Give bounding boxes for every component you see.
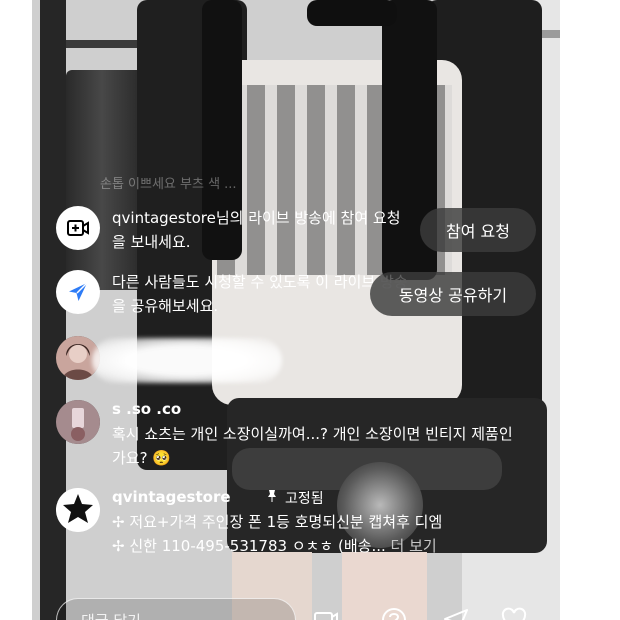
video-plus-icon	[56, 206, 100, 250]
add-media-icon[interactable]	[312, 606, 340, 620]
comment-username[interactable]: s .so .co	[112, 400, 181, 418]
comment-input-container[interactable]	[56, 598, 296, 620]
choker	[307, 0, 397, 26]
pinned-indicator: 고정됨	[265, 488, 324, 508]
share-text: 다른 사람들도 시청할 수 있도록 이 라이브 방송을 공유해보세요.	[112, 273, 408, 315]
comment-username[interactable]: qvintagestore	[112, 488, 231, 506]
send-icon	[56, 270, 100, 314]
pinned-comment-text: ✢ 저요+가격 주인장 폰 1등 호명되신분 캡쳐후 디엠 ✢ 신한 110-4…	[112, 510, 522, 558]
pinned-line-2-text: ✢ 신한 110-495-531783 ㅇㅊㅎ (배송...	[112, 537, 386, 555]
share-video-button[interactable]: 동영상 공유하기	[370, 272, 536, 316]
join-request-button[interactable]: 참여 요청	[420, 208, 536, 252]
faded-comment: 손톱 이쁘세요 부츠 색 ...	[100, 177, 237, 192]
redaction-blur	[92, 338, 282, 383]
pin-icon	[265, 489, 279, 507]
send-icon[interactable]	[442, 606, 470, 620]
comment-text: 혹시 쇼츠는 개인 소장이실까여...? 개인 소장이면 빈티지 제품인가요? …	[112, 425, 513, 467]
pinned-comment: qvintagestore 고정됨 ✢ 저요+가격 주인장 폰 1등 호명되신분…	[56, 488, 526, 568]
right-edge	[560, 0, 620, 620]
see-more-link[interactable]: 더 보기	[391, 537, 437, 555]
user-avatar[interactable]	[56, 400, 100, 444]
pinned-label: 고정됨	[285, 491, 324, 507]
question-icon[interactable]	[380, 606, 408, 620]
join-request-text: qvintagestore님의 라이브 방송에 참여 요청을 보내세요.	[112, 209, 401, 251]
store-avatar[interactable]	[56, 488, 100, 532]
comment-input[interactable]	[79, 611, 273, 620]
live-stream-frame: 손톱 이쁘세요 부츠 색 ... qvintagestore님의 라이브 방송에…	[0, 0, 620, 620]
heart-icon[interactable]	[500, 606, 528, 620]
pinned-line-2: ✢ 신한 110-495-531783 ㅇㅊㅎ (배송... 더 보기	[112, 534, 522, 558]
comment-item: s .so .co 혹시 쇼츠는 개인 소장이실까여...? 개인 소장이면 빈…	[56, 400, 526, 480]
left-edge	[0, 0, 32, 620]
pinned-line-1: ✢ 저요+가격 주인장 폰 1등 호명되신분 캡쳐후 디엠	[112, 513, 443, 531]
